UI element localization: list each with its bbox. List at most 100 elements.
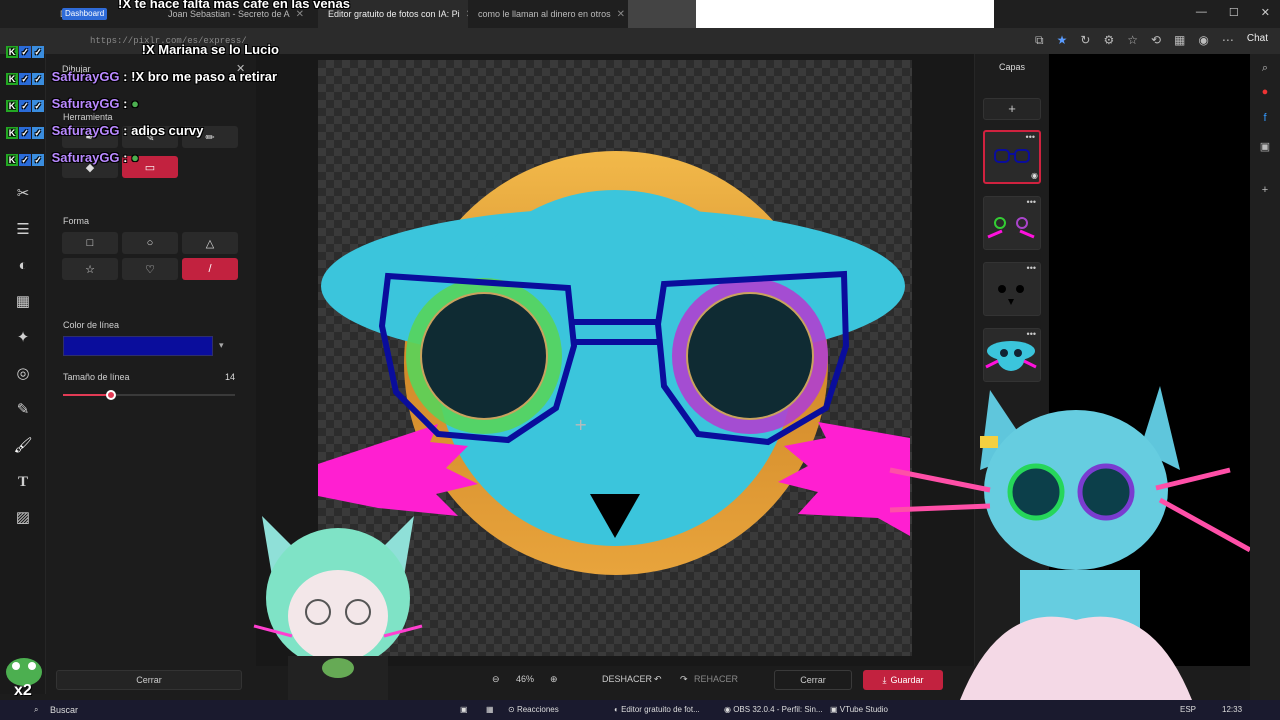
browser-toolbar: ⧉ ★ ↻ ⚙ ☆ ⟲ ▦ ◉ ⋯ Chat — [1035, 33, 1268, 48]
text-icon[interactable]: T — [13, 472, 33, 492]
liquify-icon[interactable]: ◎ — [13, 364, 33, 384]
close-icon[interactable]: ✕ — [617, 9, 625, 20]
app-icon[interactable]: ● — [1258, 86, 1272, 100]
chat-message: !X te hace falta mas cafe en las venas — [118, 0, 350, 11]
collections-icon[interactable]: ▦ — [1174, 33, 1185, 48]
redo-button[interactable]: REHACER — [694, 674, 738, 684]
chat-message: K ✓ ✓ !X Mariana se lo Lucio — [6, 42, 279, 59]
chat-user: SafurayGG — [51, 96, 120, 111]
chat-message: K ✓ ✓ SafurayGG : !X bro me paso a retirar — [6, 69, 278, 86]
pattern-icon[interactable]: ▨ — [13, 508, 33, 528]
taskbar-item[interactable]: ⊙ Reacciones — [508, 705, 604, 714]
dashboard-chip: Dashboard — [62, 8, 108, 20]
more-icon[interactable]: ⋯ — [1222, 33, 1234, 48]
popup-window — [696, 0, 994, 28]
eraser-icon[interactable]: ✎ — [13, 400, 33, 420]
more-icon[interactable]: ••• — [1027, 197, 1036, 207]
facebook-icon[interactable]: f — [1258, 112, 1272, 126]
right-eye — [688, 294, 812, 418]
zoom-out-icon[interactable]: ⊖ — [492, 674, 500, 685]
frog-emote-icon: ● — [131, 96, 139, 111]
chat-user: SafurayGG — [51, 69, 120, 84]
heart-shape[interactable]: ♡ — [122, 258, 178, 280]
language-indicator[interactable]: ESP — [1180, 705, 1196, 714]
more-icon[interactable]: ••• — [1027, 263, 1036, 273]
search-icon[interactable]: ⌕ — [34, 705, 38, 715]
verified-badge-icon: ✓ — [32, 46, 44, 59]
camera-preview — [628, 0, 696, 28]
more-icon[interactable]: ••• — [1027, 329, 1036, 339]
brush-icon[interactable]: 🖌 — [13, 436, 33, 456]
taskbar: ⌕ Buscar ▣ ▦ ⊙ Reacciones ◐ Editor gratu… — [0, 700, 1280, 720]
tab-search[interactable]: como le llaman al dinero en otros ✕ — [468, 0, 628, 28]
maximize-icon[interactable]: ☐ — [1229, 6, 1239, 19]
chevron-down-icon[interactable]: ▾ — [219, 340, 224, 351]
tool-label: Herramienta — [63, 112, 113, 122]
taskbar-search[interactable]: Buscar — [50, 705, 78, 715]
tab-label: como le llaman al dinero en otros — [478, 9, 611, 19]
line-color-label: Color de línea — [63, 320, 120, 330]
history-icon[interactable]: ⟲ — [1151, 33, 1161, 48]
layer-item[interactable]: ••• ◉ — [983, 130, 1041, 184]
taskbar-item-label: Editor gratuito de fot... — [621, 705, 700, 714]
left-eye — [422, 294, 546, 418]
line-size-label: Tamaño de línea — [63, 372, 130, 382]
adjust-icon[interactable]: ☰ — [13, 220, 33, 240]
user-badges: K ✓ ✓ — [6, 124, 45, 140]
chat-button[interactable]: Chat — [1247, 33, 1268, 48]
line-size-slider[interactable] — [63, 390, 235, 400]
kick-badge-icon: K — [6, 46, 18, 59]
layer-item[interactable]: ••• — [983, 262, 1041, 316]
square-shape[interactable]: □ — [62, 232, 118, 254]
close-button[interactable]: Cerrar — [774, 670, 852, 690]
star-shape[interactable]: ☆ — [62, 258, 118, 280]
add-layer-button[interactable]: + — [983, 98, 1041, 120]
filter-icon[interactable]: ▦ — [13, 292, 33, 312]
taskbar-app-icon[interactable]: ▦ — [486, 705, 494, 714]
screen: Dashboard Joan Sebastian - Secreto de A✕… — [0, 0, 1280, 720]
outlook-icon[interactable]: ▣ — [1258, 140, 1272, 154]
minimize-icon[interactable]: — — [1196, 6, 1207, 19]
sub-badge-icon: ✓ — [19, 46, 31, 59]
settings-icon[interactable]: ⚙ — [1103, 33, 1114, 48]
close-window-icon[interactable]: ✕ — [1261, 6, 1270, 19]
taskbar-item[interactable]: ▣ VTube Studio — [830, 705, 888, 714]
profile-icon[interactable]: ◉ — [1198, 33, 1208, 48]
extensions-icon[interactable]: ⧉ — [1035, 33, 1044, 48]
favorites-icon[interactable]: ☆ — [1127, 33, 1138, 48]
user-badges: K ✓ ✓ — [6, 97, 45, 113]
taskbar-app-icon[interactable]: ▣ — [460, 705, 468, 714]
slider-thumb[interactable] — [106, 390, 117, 400]
slider-fill — [63, 394, 112, 396]
circle-shape[interactable]: ○ — [122, 232, 178, 254]
cut-icon[interactable]: ✂ — [13, 184, 33, 204]
taskbar-item[interactable]: ◉ OBS 32.0.4 - Perfil: Sin... — [724, 705, 824, 714]
favorite-icon[interactable]: ★ — [1057, 33, 1068, 48]
clock[interactable]: 12:33 — [1222, 705, 1242, 714]
chat-message: K ✓ ✓ SafurayGG : ● — [6, 96, 139, 113]
line-shape[interactable]: / — [182, 258, 238, 280]
zoom-in-icon[interactable]: ⊕ — [550, 674, 558, 685]
shape-label: Forma — [63, 216, 90, 226]
layers-title: Capas — [998, 62, 1025, 72]
layer-item[interactable]: ••• — [983, 328, 1041, 382]
sparkle-icon[interactable]: ✦ — [13, 328, 33, 348]
more-icon[interactable]: ••• — [1026, 132, 1035, 142]
chat-text: !X bro me paso a retirar — [131, 69, 278, 84]
contrast-icon[interactable]: ◐ — [13, 256, 33, 276]
taskbar-item[interactable]: ◐ Editor gratuito de fot... — [614, 705, 714, 714]
line-color-swatch[interactable] — [63, 336, 213, 356]
close-panel-button[interactable]: Cerrar — [56, 670, 242, 690]
refresh-icon[interactable]: ↻ — [1080, 33, 1090, 48]
add-icon[interactable]: + — [1258, 184, 1272, 198]
crosshair-cursor: + — [574, 415, 587, 434]
chat-user: SafurayGG — [51, 123, 120, 138]
undo-icon: ↶ — [654, 674, 662, 684]
layer-item[interactable]: ••• — [983, 196, 1041, 250]
search-icon[interactable]: ⌕ — [1258, 62, 1272, 76]
chat-text: adios curvy — [131, 123, 204, 138]
zoom-level: 46% — [516, 674, 535, 684]
undo-button[interactable]: DESHACER — [602, 674, 652, 684]
triangle-shape[interactable]: △ — [182, 232, 238, 254]
user-badges: K ✓ ✓ — [6, 70, 45, 86]
